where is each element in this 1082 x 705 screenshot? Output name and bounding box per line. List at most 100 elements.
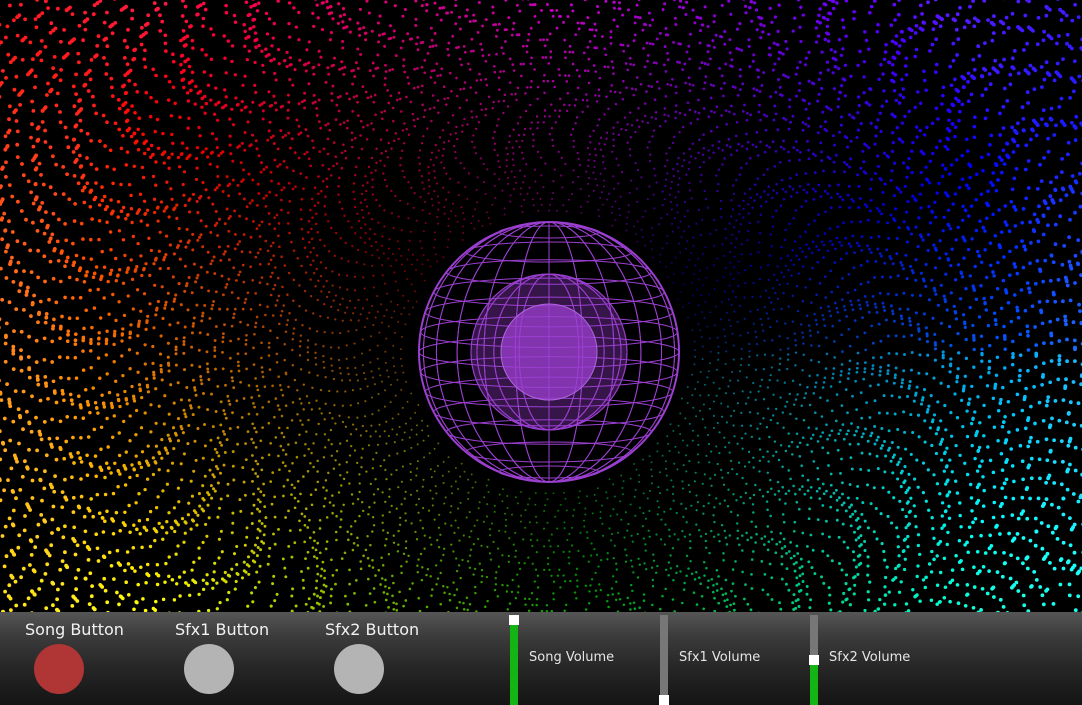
- particle-dot: [514, 596, 518, 600]
- particle-dot: [316, 541, 320, 545]
- particle-dot: [729, 272, 732, 276]
- particle-dot: [636, 532, 639, 536]
- particle-dot: [791, 294, 795, 298]
- particle-dot: [390, 316, 393, 319]
- particle-dot: [638, 506, 642, 509]
- particle-dot: [200, 319, 204, 323]
- particle-dot: [759, 205, 763, 208]
- particle-dot: [347, 260, 350, 263]
- particle-dot: [435, 583, 438, 586]
- particle-dot: [623, 536, 626, 539]
- particle-dot: [598, 215, 601, 218]
- particle-dot: [342, 143, 345, 147]
- particle-dot: [658, 124, 662, 128]
- particle-dot: [231, 464, 235, 468]
- particle-dot: [185, 281, 189, 286]
- particle-dot: [327, 167, 331, 171]
- particle-dot: [612, 556, 615, 560]
- particle-dot: [345, 274, 349, 277]
- particle-dot: [470, 37, 474, 41]
- particle-dot: [400, 254, 403, 257]
- particle-dot: [231, 450, 235, 454]
- particle-dot: [698, 269, 701, 272]
- particle-dot: [816, 260, 820, 264]
- particle-dot: [980, 352, 984, 357]
- particle-dot: [308, 327, 311, 330]
- particle-dot: [725, 605, 729, 608]
- particle-dot: [758, 437, 761, 440]
- particle-dot: [760, 84, 764, 87]
- particle-dot: [334, 459, 337, 462]
- particle-dot: [613, 544, 616, 547]
- particle-dot: [216, 234, 220, 237]
- particle-dot: [484, 78, 488, 81]
- particle-dot: [269, 293, 273, 297]
- particle-dot: [817, 183, 821, 187]
- particle-dot: [734, 134, 738, 138]
- particle-dot: [330, 364, 333, 367]
- particle-dot: [907, 156, 911, 161]
- particle-dot: [137, 208, 141, 212]
- particle-dot: [907, 227, 911, 231]
- particle-dot: [120, 332, 125, 336]
- particle-dot: [701, 482, 704, 485]
- particle-dot: [607, 192, 611, 195]
- particle-dot: [419, 552, 423, 556]
- particle-dot: [318, 238, 322, 242]
- particle-dot: [520, 74, 523, 78]
- particle-dot: [783, 238, 787, 242]
- particle-dot: [819, 306, 823, 310]
- particle-dot: [404, 490, 407, 493]
- particle-dot: [970, 237, 974, 241]
- particle-dot: [853, 583, 857, 587]
- particle-dot: [781, 465, 784, 469]
- particle-dot: [219, 258, 223, 262]
- particle-dot: [760, 560, 764, 563]
- particle-dot: [154, 506, 159, 510]
- particle-dot: [551, 14, 555, 18]
- particle-dot: [672, 281, 675, 284]
- particle-dot: [863, 331, 867, 335]
- particle-dot: [982, 296, 986, 301]
- particle-dot: [955, 376, 959, 380]
- particle-dot: [370, 396, 373, 399]
- particle-dot: [663, 164, 667, 168]
- particle-dot: [989, 263, 993, 268]
- particle-dot: [392, 119, 395, 123]
- particle-dot: [688, 490, 692, 493]
- particle-dot: [491, 203, 494, 206]
- particle-dot: [875, 454, 879, 458]
- particle-dot: [511, 146, 514, 149]
- particle-dot: [420, 141, 424, 145]
- particle-dot: [268, 546, 272, 550]
- particle-dot: [344, 241, 347, 245]
- particle-dot: [340, 557, 344, 560]
- particle-dot: [205, 534, 209, 538]
- particle-dot: [207, 516, 211, 520]
- particle-dot: [506, 608, 510, 611]
- particle-dot: [683, 230, 686, 233]
- particle-dot: [166, 266, 170, 270]
- particle-dot: [677, 190, 680, 193]
- particle-dot: [817, 344, 821, 348]
- particle-dot: [890, 149, 895, 153]
- particle-dot: [387, 247, 391, 250]
- particle-dot: [242, 168, 245, 172]
- particle-dot: [657, 87, 661, 90]
- particle-dot: [606, 65, 610, 69]
- particle-dot: [518, 9, 522, 13]
- particle-dot: [657, 223, 661, 226]
- particle-dot: [397, 413, 400, 416]
- particle-dot: [489, 534, 492, 537]
- particle-dot: [658, 471, 661, 474]
- particle-dot: [650, 461, 653, 464]
- particle-dot: [556, 527, 559, 530]
- particle-dot: [275, 213, 279, 217]
- particle-dot: [976, 249, 980, 254]
- particle-dot: [732, 602, 736, 606]
- particle-dot: [592, 171, 595, 174]
- particle-dot: [557, 545, 560, 548]
- particle-dot: [388, 495, 391, 498]
- particle-dot: [694, 313, 696, 316]
- particle-dot: [499, 70, 502, 73]
